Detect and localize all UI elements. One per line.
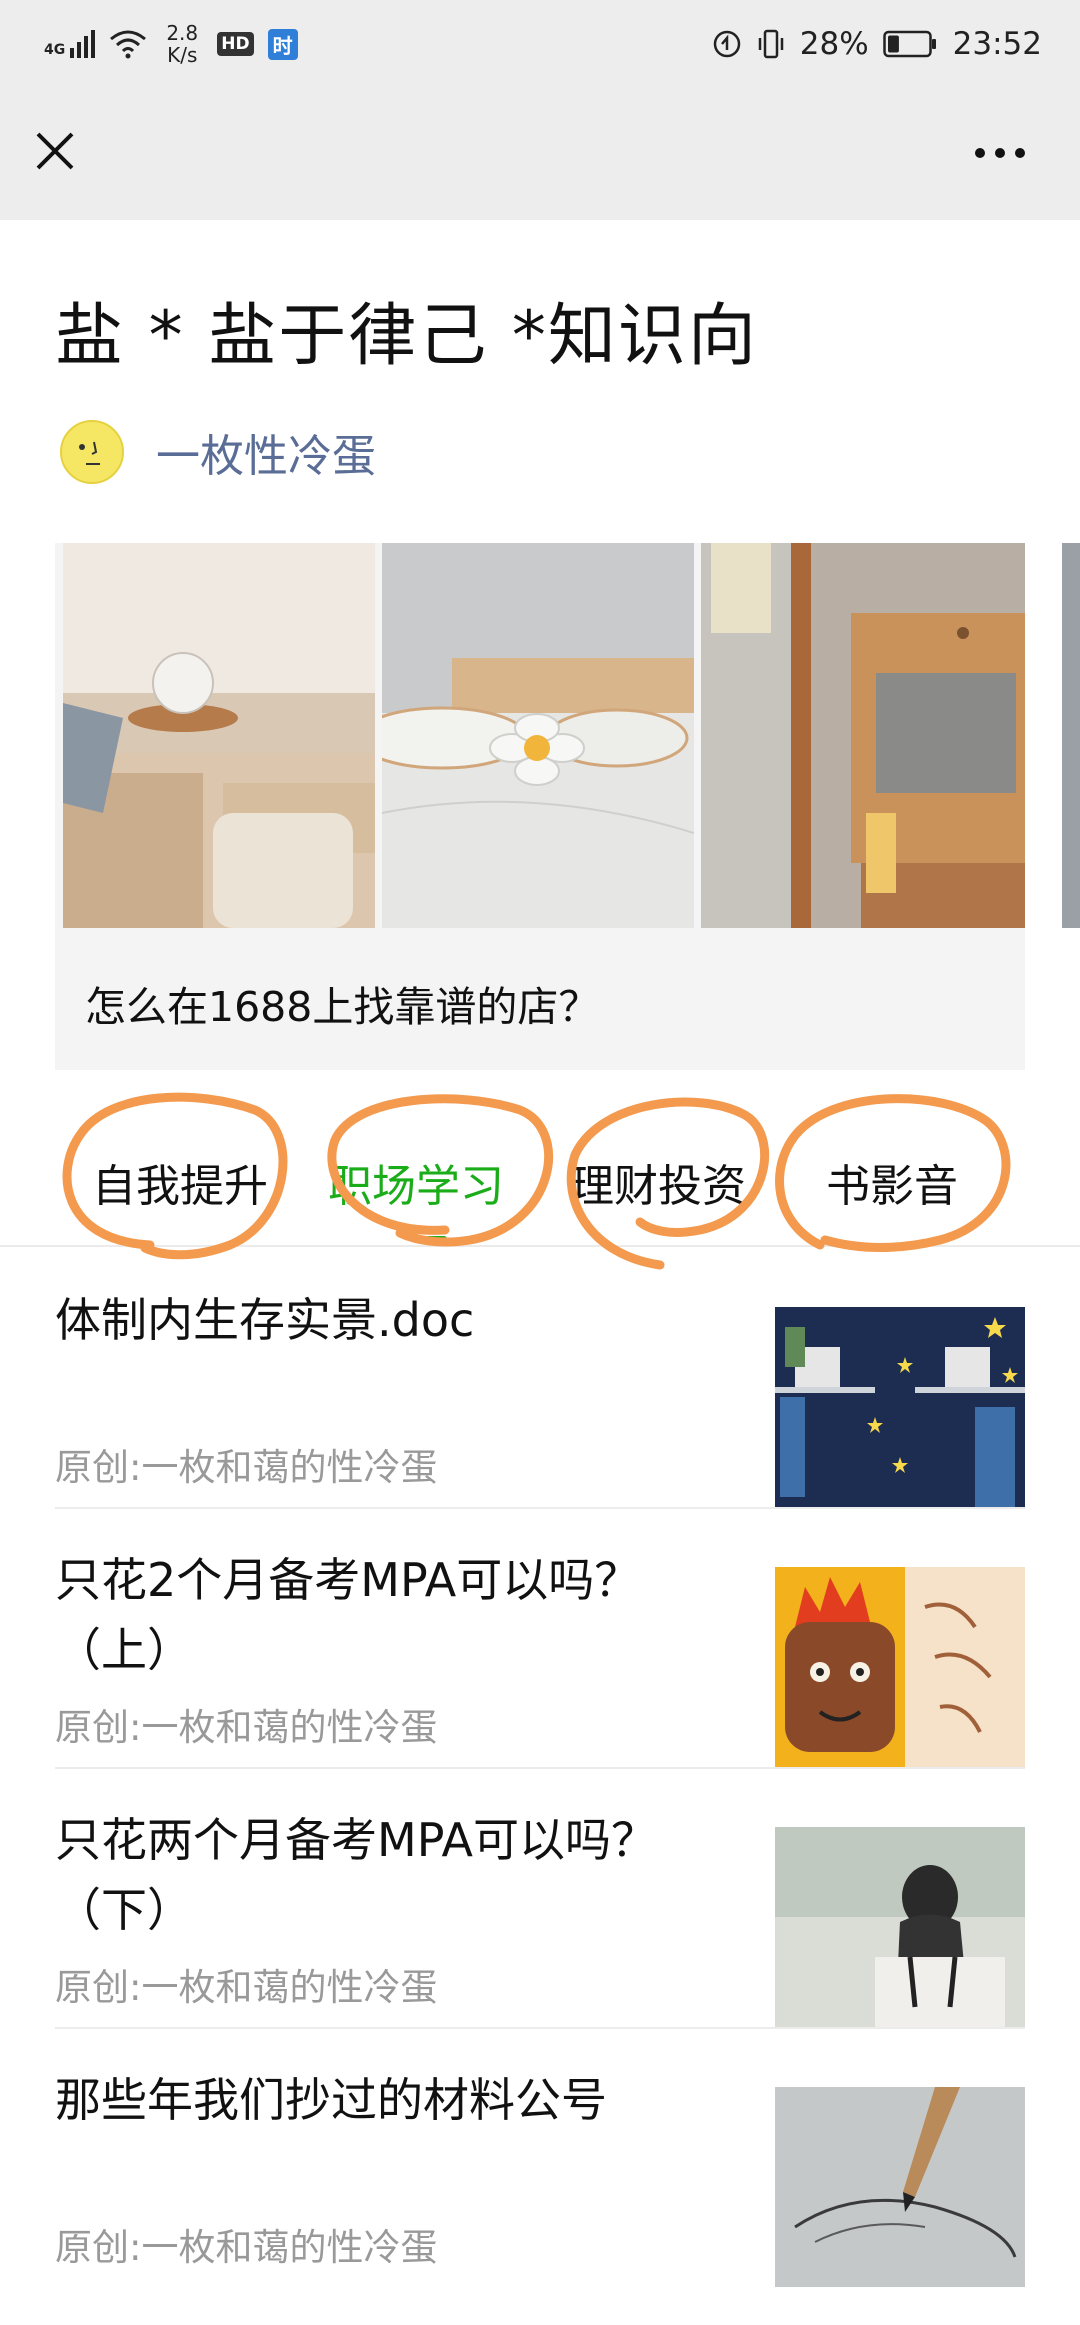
article-thumbnail bbox=[775, 1307, 1025, 1507]
battery-percent: 28% bbox=[799, 26, 869, 62]
featured-photo-desk bbox=[63, 543, 375, 928]
tabs-divider bbox=[0, 1245, 1080, 1247]
article-item[interactable]: 只花2个月备考MPA可以吗？（上） 原创:一枚和蔼的性冷蛋 bbox=[55, 1545, 1025, 1805]
featured-article-title: 怎么在1688上找靠谱的店？ bbox=[85, 983, 600, 1031]
collection-title: 盐 * 盐于律己 *知识向 bbox=[55, 297, 758, 376]
article-source: 原创:一枚和蔼的性冷蛋 bbox=[55, 2226, 438, 2269]
clock: 23:52 bbox=[952, 26, 1042, 62]
article-item[interactable]: 那些年我们抄过的材料公号 原创:一枚和蔼的性冷蛋 bbox=[55, 2065, 1025, 2325]
more-icon[interactable] bbox=[970, 138, 1030, 168]
article-source: 原创:一枚和蔼的性冷蛋 bbox=[55, 1446, 438, 1489]
app-notification-icon: 时 bbox=[267, 28, 298, 60]
article-title: 那些年我们抄过的材料公号 bbox=[55, 2073, 607, 2127]
article-item[interactable]: 体制内生存实景.doc 原创:一枚和蔼的性冷蛋 bbox=[55, 1285, 1025, 1545]
list-divider bbox=[55, 2027, 1025, 2029]
featured-article-card[interactable]: 怎么在1688上找靠谱的店？ bbox=[55, 543, 1025, 1070]
article-source: 原创:一枚和蔼的性冷蛋 bbox=[55, 1966, 438, 2009]
next-card-peek bbox=[1062, 543, 1080, 928]
active-tab-indicator bbox=[425, 1236, 447, 1244]
hd-badge: HD bbox=[217, 32, 254, 56]
author-row[interactable]: 一枚性冷蛋 bbox=[60, 420, 376, 484]
article-thumbnail bbox=[775, 1567, 1025, 1767]
nav-bar bbox=[0, 88, 1080, 220]
article-thumbnail bbox=[775, 1827, 1025, 2027]
article-title: 只花两个月备考MPA可以吗？（下） bbox=[55, 1813, 657, 1937]
close-icon[interactable] bbox=[30, 126, 80, 176]
article-title: 体制内生存实景.doc bbox=[55, 1293, 475, 1347]
category-tabs: 自我提升 职场学习 理财投资 书影音 bbox=[0, 1080, 1080, 1245]
signal-icon: 4G bbox=[44, 30, 96, 58]
network-type: 4G bbox=[44, 42, 66, 58]
list-divider bbox=[55, 1507, 1025, 1509]
data-saver-icon bbox=[713, 30, 740, 58]
featured-photo-bed bbox=[382, 543, 694, 928]
tab-workplace-learning[interactable]: 职场学习 bbox=[328, 1150, 504, 1214]
avatar[interactable] bbox=[60, 420, 124, 484]
article-item[interactable]: 只花两个月备考MPA可以吗？（下） 原创:一枚和蔼的性冷蛋 bbox=[55, 1805, 1025, 2065]
tab-books-film-music[interactable]: 书影音 bbox=[826, 1150, 958, 1214]
battery-icon bbox=[882, 30, 936, 58]
wifi-icon bbox=[110, 30, 147, 59]
article-source: 原创:一枚和蔼的性冷蛋 bbox=[55, 1706, 438, 1749]
article-title: 只花2个月备考MPA可以吗？（上） bbox=[55, 1553, 641, 1677]
featured-photo-tray bbox=[701, 543, 1025, 928]
list-divider bbox=[55, 1767, 1025, 1769]
tab-self-improvement[interactable]: 自我提升 bbox=[92, 1150, 268, 1214]
network-speed: 2.8 K/s bbox=[166, 21, 199, 67]
vibrate-icon bbox=[758, 29, 783, 59]
article-thumbnail bbox=[775, 2087, 1025, 2287]
author-name[interactable]: 一枚性冷蛋 bbox=[156, 420, 376, 484]
tab-finance-investing[interactable]: 理财投资 bbox=[570, 1150, 746, 1214]
status-bar: 4G 2.8 K/s HD 时 28% 23:52 bbox=[0, 0, 1080, 88]
